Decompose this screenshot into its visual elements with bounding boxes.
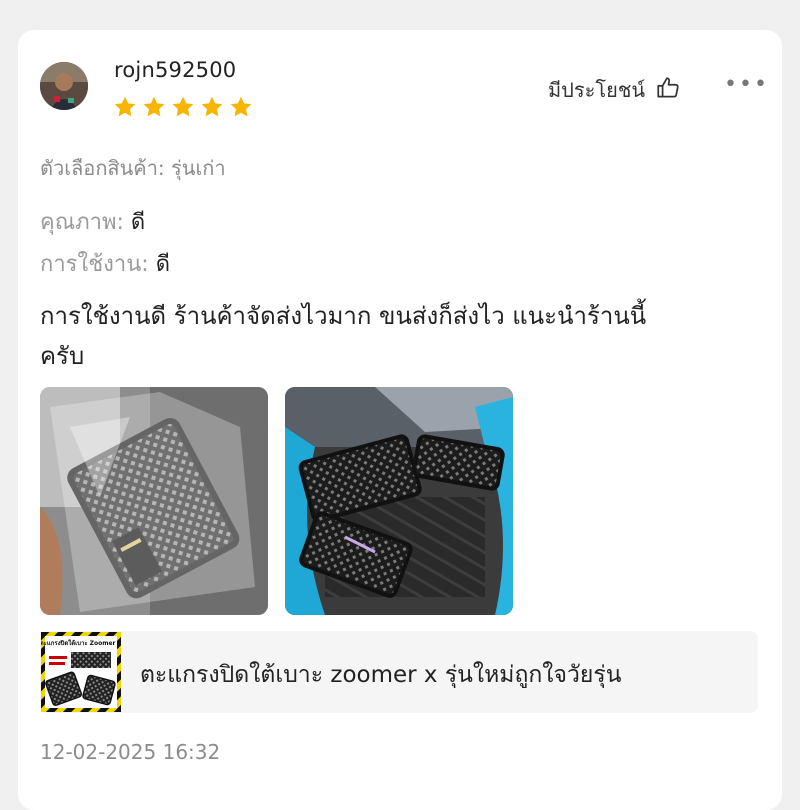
helpful-button[interactable]: มีประโยชน์ — [548, 74, 681, 106]
review-timestamp: 12-02-2025 16:32 — [40, 740, 221, 764]
star-rating — [112, 94, 254, 120]
star-icon — [114, 96, 136, 117]
more-options-icon[interactable]: ••• — [724, 72, 769, 97]
attribute-usage: การใช้งาน: ดี — [40, 246, 170, 281]
product-thumb-title: ตะแกรงปิดใต้เบาะ Zoomer X — [41, 639, 121, 647]
attribute-label: การใช้งาน: — [40, 252, 149, 277]
product-name: ตะแกรงปิดใต้เบาะ zoomer x รุ่นใหม่ถูกใจว… — [140, 662, 622, 688]
avatar[interactable] — [40, 62, 88, 110]
attribute-quality: คุณภาพ: ดี — [40, 204, 145, 239]
star-icon — [201, 96, 223, 117]
attribute-value: ดี — [155, 252, 171, 277]
review-card: rojn592500 มีประโยชน์ ••• ตัวเลือกสินค้า… — [18, 30, 782, 810]
product-link[interactable]: ตะแกรงปิดใต้เบาะ Zoomer X ตะแกรงปิดใต้เบ… — [40, 631, 758, 713]
attribute-value: ดี — [130, 210, 146, 235]
review-photo-2[interactable] — [285, 387, 513, 615]
review-text-line: การใช้งานดี ร้านค้าจัดส่งไวมาก ขนส่งก็ส่… — [40, 302, 647, 330]
star-icon — [143, 96, 165, 117]
star-icon — [230, 96, 252, 117]
review-photo-1[interactable] — [40, 387, 268, 615]
helpful-label: มีประโยชน์ — [548, 78, 646, 102]
product-variant: ตัวเลือกสินค้า: รุ่นเก่า — [40, 152, 226, 184]
thumbs-up-icon — [655, 75, 681, 106]
username[interactable]: rojn592500 — [114, 58, 236, 82]
review-text: การใช้งานดี ร้านค้าจัดส่งไวมาก ขนส่งก็ส่… — [40, 296, 740, 376]
review-text-line: ครับ — [40, 342, 85, 370]
star-icon — [172, 96, 194, 117]
attribute-label: คุณภาพ: — [40, 210, 124, 235]
product-thumbnail: ตะแกรงปิดใต้เบาะ Zoomer X — [41, 632, 121, 712]
variant-value: รุ่นเก่า — [171, 156, 226, 180]
variant-label: ตัวเลือกสินค้า: — [40, 156, 165, 180]
